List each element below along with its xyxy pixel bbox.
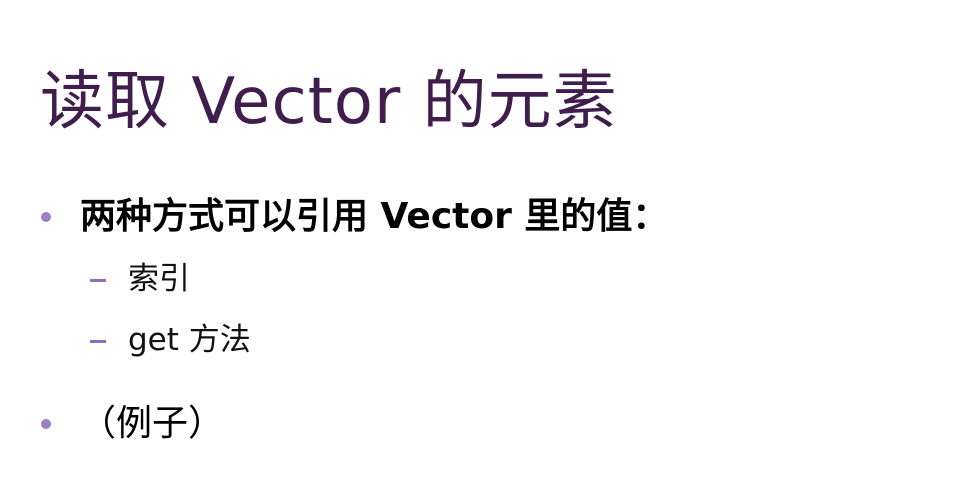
bullet-text: 两种方式可以引用 Vector 里的值：: [80, 196, 669, 237]
bullet-text: （例子）: [80, 403, 225, 444]
sub-bullet-dash: [90, 340, 106, 343]
sub-bullet-text: get 方法: [128, 322, 251, 358]
bullet-dot: [41, 419, 51, 429]
bullet-list: 两种方式可以引用 Vector 里的值： 索引 get 方法 （例子）: [0, 0, 980, 500]
slide: 读取 Vector 的元素 两种方式可以引用 Vector 里的值： 索引 ge…: [0, 0, 980, 500]
bullet-dot: [41, 212, 51, 222]
sub-bullet-dash: [90, 279, 106, 282]
sub-bullet-text: 索引: [128, 261, 190, 297]
